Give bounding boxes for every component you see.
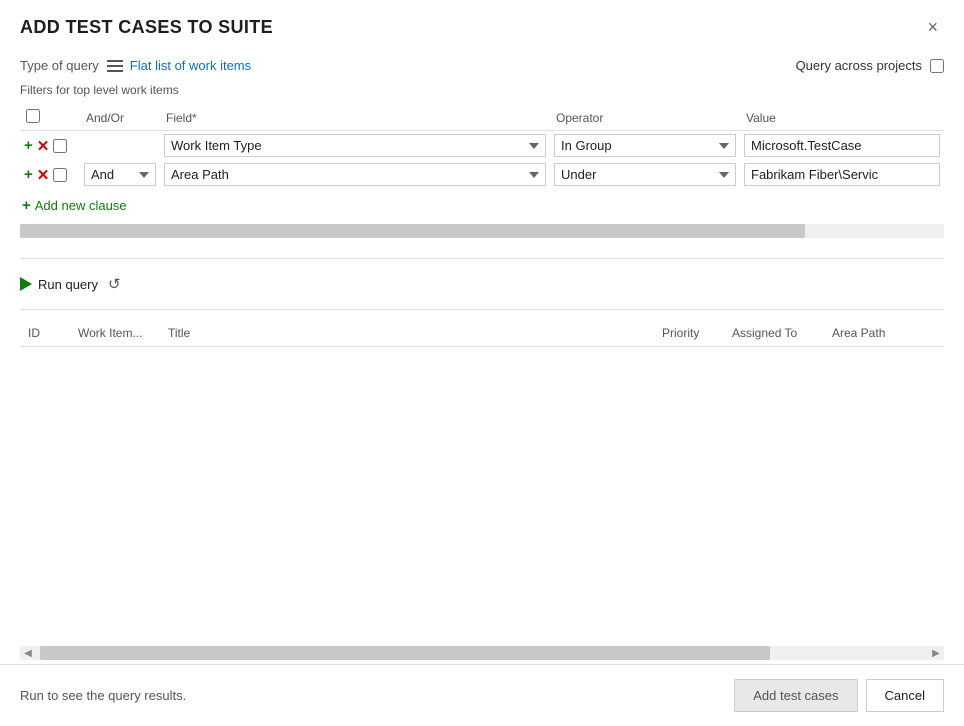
results-area: ID Work Item... Title Priority Assigned …	[20, 320, 944, 642]
results-col-assigned-to: Assigned To	[724, 320, 824, 347]
dialog-header: ADD TEST CASES TO SUITE ×	[0, 0, 964, 48]
query-type-text: Flat list of work items	[130, 58, 251, 73]
add-clause-row[interactable]: + Add new clause	[20, 189, 944, 214]
add-clause-plus-icon: +	[22, 197, 31, 214]
run-query-label: Run query	[38, 277, 98, 292]
filter-table: And/Or Field* Operator Value + ✕	[20, 105, 944, 189]
row2-andor-select[interactable]: And Or	[84, 163, 156, 186]
divider-1	[20, 258, 944, 259]
close-button[interactable]: ×	[921, 16, 944, 38]
results-col-work-item-type: Work Item...	[70, 320, 160, 347]
row1-andor-cell	[80, 131, 160, 161]
results-col-priority: Priority	[654, 320, 724, 347]
row1-field-cell[interactable]: Work Item Type Area Path Assigned To Pri…	[160, 131, 550, 161]
row1-action-icons: + ✕	[24, 137, 76, 155]
query-across-checkbox[interactable]	[930, 59, 944, 73]
col-header-field: Field*	[160, 105, 550, 131]
row2-remove-icon[interactable]: ✕	[37, 166, 50, 184]
add-test-cases-dialog: ADD TEST CASES TO SUITE × Type of query …	[0, 0, 964, 726]
dialog-footer: Run to see the query results. Add test c…	[0, 664, 964, 726]
row2-operator-select[interactable]: Under Not Under = <>	[554, 163, 736, 186]
results-col-area-path: Area Path	[824, 320, 944, 347]
dialog-title: ADD TEST CASES TO SUITE	[20, 17, 273, 38]
col-header-andor: And/Or	[80, 105, 160, 131]
bottom-scroll-thumb	[40, 646, 770, 660]
dialog-body: Type of query Flat list of work items Qu…	[0, 48, 964, 664]
row2-field-cell[interactable]: Work Item Type Area Path Assigned To Pri…	[160, 160, 550, 189]
col-header-value: Value	[740, 105, 944, 131]
query-across-label: Query across projects	[796, 58, 922, 73]
results-table: ID Work Item... Title Priority Assigned …	[20, 320, 944, 347]
add-test-cases-button[interactable]: Add test cases	[734, 679, 857, 712]
row2-checkbox[interactable]	[53, 168, 67, 182]
scroll-right-arrow[interactable]: ▶	[928, 646, 944, 660]
row1-actions: + ✕	[20, 131, 80, 161]
run-query-row: Run query ↺	[20, 269, 944, 299]
cancel-button[interactable]: Cancel	[866, 679, 944, 712]
row2-add-icon[interactable]: +	[24, 166, 33, 183]
filter-row-2: + ✕ And Or Work Item Type	[20, 160, 944, 189]
row2-value-input[interactable]	[744, 163, 940, 186]
scroll-thumb	[20, 224, 805, 238]
row1-add-icon[interactable]: +	[24, 137, 33, 154]
row2-value-cell[interactable]	[740, 160, 944, 189]
divider-2	[20, 309, 944, 310]
query-type-left: Type of query Flat list of work items	[20, 58, 251, 73]
query-type-value[interactable]: Flat list of work items	[107, 58, 251, 73]
list-icon	[107, 59, 123, 73]
query-type-label: Type of query	[20, 58, 99, 73]
row2-operator-cell[interactable]: Under Not Under = <>	[550, 160, 740, 189]
row2-action-icons: + ✕	[24, 166, 76, 184]
scroll-left-arrow[interactable]: ◀	[20, 646, 36, 660]
results-col-id: ID	[20, 320, 70, 347]
filters-label: Filters for top level work items	[20, 79, 944, 105]
row2-actions: + ✕	[20, 160, 80, 189]
query-type-row: Type of query Flat list of work items Qu…	[20, 48, 944, 79]
select-all-checkbox[interactable]	[26, 109, 40, 123]
bottom-scrollbar[interactable]: ◀ ▶	[20, 646, 944, 660]
run-query-button[interactable]: Run query	[20, 277, 98, 292]
row1-checkbox[interactable]	[53, 139, 67, 153]
footer-status: Run to see the query results.	[20, 688, 186, 703]
results-col-title: Title	[160, 320, 654, 347]
col-header-actions	[20, 105, 80, 131]
row2-andor-cell[interactable]: And Or	[80, 160, 160, 189]
add-clause-label: Add new clause	[35, 198, 127, 213]
play-icon	[20, 277, 32, 291]
row1-field-select[interactable]: Work Item Type Area Path Assigned To Pri…	[164, 134, 546, 157]
row1-remove-icon[interactable]: ✕	[37, 137, 50, 155]
horizontal-scrollbar[interactable]	[20, 224, 944, 238]
row1-value-cell[interactable]	[740, 131, 944, 161]
row1-value-input[interactable]	[744, 134, 940, 157]
query-across-right: Query across projects	[796, 58, 944, 73]
row1-operator-cell[interactable]: In Group Not In Group = [Any] In Not In	[550, 131, 740, 161]
refresh-button[interactable]: ↺	[108, 275, 121, 293]
col-header-operator: Operator	[550, 105, 740, 131]
filter-row-1: + ✕ Work Item Type Area Path Assigned To…	[20, 131, 944, 161]
row1-operator-select[interactable]: In Group Not In Group = [Any] In Not In	[554, 134, 736, 157]
row2-field-select[interactable]: Work Item Type Area Path Assigned To Pri…	[164, 163, 546, 186]
footer-buttons: Add test cases Cancel	[734, 679, 944, 712]
